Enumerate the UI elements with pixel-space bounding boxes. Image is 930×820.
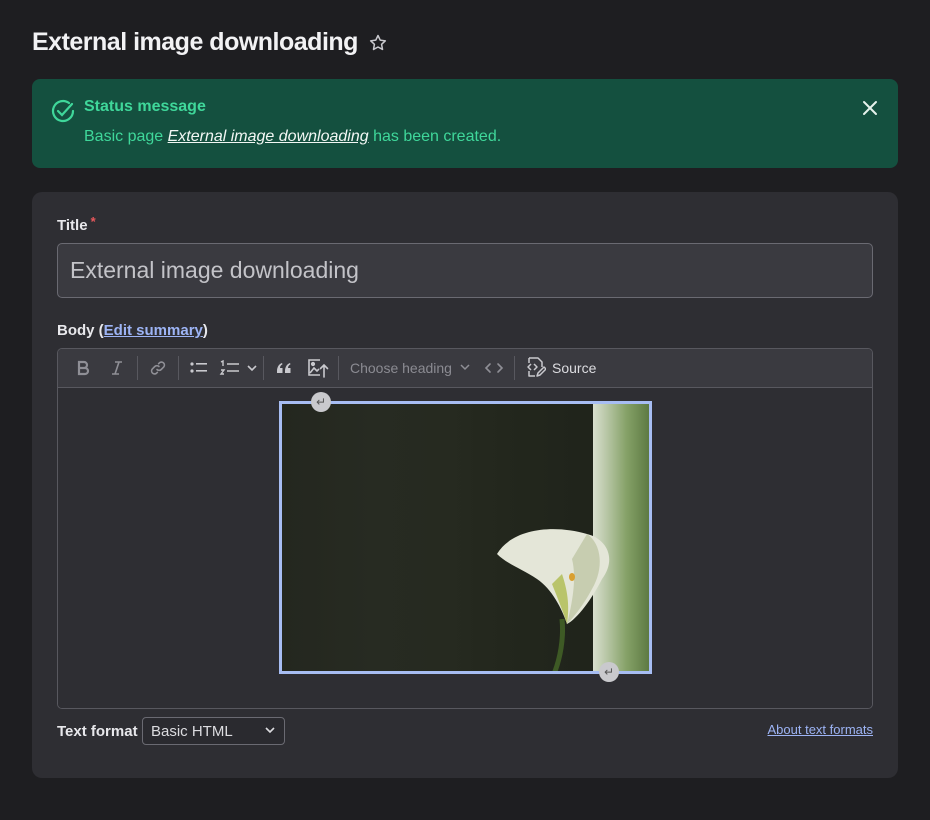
- toolbar-separator: [178, 356, 179, 380]
- body-label-prefix: Body (: [57, 322, 104, 339]
- insert-paragraph-after-icon[interactable]: ↵: [599, 662, 619, 682]
- italic-icon[interactable]: [103, 353, 131, 383]
- toolbar-separator: [137, 356, 138, 380]
- bold-icon[interactable]: [69, 353, 97, 383]
- body-label-suffix: ): [202, 322, 208, 339]
- status-text: Basic page External image downloading ha…: [84, 128, 501, 146]
- page-header: External image downloading: [32, 28, 388, 57]
- source-icon: [524, 356, 547, 381]
- status-message: Status message Basic page External image…: [32, 79, 898, 168]
- star-icon[interactable]: [368, 33, 388, 53]
- numbered-list-icon[interactable]: [219, 353, 257, 383]
- insert-image-icon[interactable]: [304, 353, 332, 383]
- blockquote-icon[interactable]: [270, 353, 298, 383]
- page-title: External image downloading: [32, 28, 358, 56]
- source-button[interactable]: Source: [518, 353, 602, 383]
- check-circle-icon: [50, 98, 76, 124]
- body-label: Body (Edit summary): [57, 322, 208, 339]
- title-label: Title *: [57, 214, 96, 234]
- node-edit-form: Title* Body (Edit summary): [32, 192, 898, 778]
- title-label-text: Title: [57, 217, 88, 234]
- edit-summary-link[interactable]: Edit summary: [104, 322, 203, 339]
- text-format-label: Text format: [57, 723, 138, 740]
- toolbar-separator: [338, 356, 339, 380]
- toolbar-separator: [263, 356, 264, 380]
- title-input[interactable]: [57, 243, 873, 298]
- text-format-select[interactable]: Basic HTML: [142, 717, 285, 745]
- editor-toolbar: Choose heading Source: [58, 349, 872, 388]
- rich-text-editor: Choose heading Source ↵ ↵: [57, 348, 873, 709]
- toolbar-separator: [514, 356, 515, 380]
- chevron-down-icon: [264, 723, 276, 740]
- code-block-icon[interactable]: [480, 353, 508, 383]
- heading-placeholder: Choose heading: [350, 360, 452, 376]
- chevron-down-icon: [459, 360, 471, 376]
- bulleted-list-icon[interactable]: [185, 353, 213, 383]
- heading-dropdown[interactable]: Choose heading: [342, 353, 477, 383]
- insert-paragraph-before-icon[interactable]: ↵: [311, 392, 331, 412]
- close-icon[interactable]: [860, 98, 880, 118]
- status-text-before: Basic page: [84, 128, 168, 145]
- source-label: Source: [552, 360, 597, 376]
- text-format-value: Basic HTML: [151, 722, 233, 740]
- required-mark: *: [90, 214, 96, 229]
- about-text-formats-link[interactable]: About text formats: [768, 722, 874, 737]
- status-text-after: has been created.: [368, 128, 502, 145]
- calla-lily-image[interactable]: [279, 401, 652, 674]
- created-page-link[interactable]: External image downloading: [168, 128, 369, 145]
- flower-graphic: [497, 529, 610, 671]
- editor-content[interactable]: ↵ ↵: [58, 389, 872, 708]
- link-icon[interactable]: [144, 353, 172, 383]
- status-heading: Status message: [84, 98, 206, 115]
